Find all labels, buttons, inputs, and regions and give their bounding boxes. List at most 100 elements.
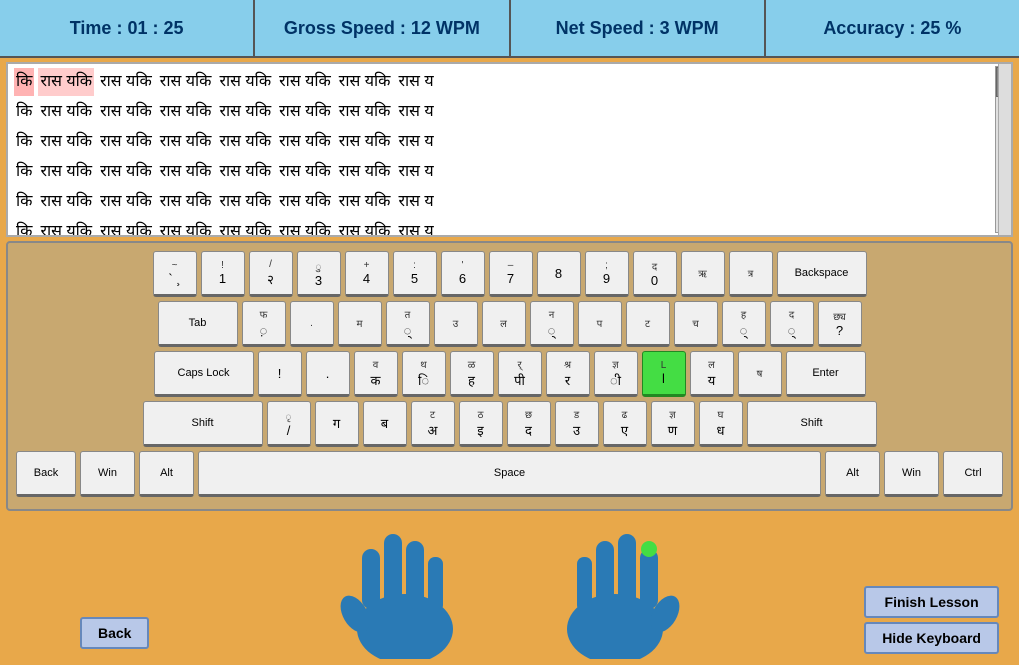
key-z[interactable]: ृ/: [267, 401, 311, 447]
key-alt-left[interactable]: Alt: [139, 451, 194, 497]
typing-text-area: किरास यकिरास यकिरास यकिरास यकिरास यकिरास…: [6, 62, 1013, 237]
text-chunk-4-4: रास यकि: [217, 188, 273, 216]
key-e[interactable]: म: [338, 301, 382, 347]
keyboard: ~` ¸ !1 /२ ु3 +4 :5 '6 –7 8 ;9 द0 ऋ त्र …: [6, 241, 1013, 511]
net-speed-stat: Net Speed : 3 WPM: [511, 0, 766, 56]
key-8[interactable]: 8: [537, 251, 581, 297]
back-button-container: Back: [80, 617, 149, 649]
key-tab[interactable]: Tab: [158, 301, 238, 347]
text-chunk-1-1: रास यकि: [38, 98, 94, 126]
key-0[interactable]: द0: [633, 251, 677, 297]
text-chunk-4-3: रास यकि: [158, 188, 214, 216]
text-chunk-2-5: रास यकि: [277, 128, 333, 156]
key-j[interactable]: श्रर: [546, 351, 590, 397]
key-s[interactable]: .: [306, 351, 350, 397]
key-shift-right[interactable]: Shift: [747, 401, 877, 447]
text-lines: किरास यकिरास यकिरास यकिरास यकिरास यकिरास…: [14, 68, 1005, 237]
key-i[interactable]: प: [578, 301, 622, 347]
keyboard-row-5: Back Win Alt Space Alt Win Ctrl: [16, 451, 1003, 497]
key-n[interactable]: छद: [507, 401, 551, 447]
key-caps-lock[interactable]: Caps Lock: [154, 351, 254, 397]
key-6[interactable]: '6: [441, 251, 485, 297]
key-4[interactable]: +4: [345, 251, 389, 297]
key-a[interactable]: !: [258, 351, 302, 397]
key-5[interactable]: :5: [393, 251, 437, 297]
header: Time : 01 : 25 Gross Speed : 12 WPM Net …: [0, 0, 1019, 58]
text-chunk-4-0: कि: [14, 188, 34, 216]
key-ctrl-left[interactable]: Back: [16, 451, 76, 497]
key-b[interactable]: ठइ: [459, 401, 503, 447]
time-value: 01 : 25: [127, 18, 183, 39]
key-7[interactable]: –7: [489, 251, 533, 297]
text-chunk-5-0: कि: [14, 218, 34, 237]
text-chunk-1-0: कि: [14, 98, 34, 126]
text-chunk-3-7: रास य: [396, 158, 435, 186]
key-k[interactable]: ज्ञी: [594, 351, 638, 397]
scrollbar-thumb[interactable]: [996, 67, 1008, 97]
key-backtick[interactable]: ~` ¸: [153, 251, 197, 297]
key-slash[interactable]: घध: [699, 401, 743, 447]
text-chunk-0-3: रास यकि: [158, 68, 214, 96]
key-q[interactable]: फ़: [242, 301, 286, 347]
key-w[interactable]: .: [290, 301, 334, 347]
key-h[interactable]: र्पी: [498, 351, 542, 397]
key-v[interactable]: टअ: [411, 401, 455, 447]
key-alt-right[interactable]: Alt: [825, 451, 880, 497]
text-chunk-3-5: रास यकि: [277, 158, 333, 186]
key-minus[interactable]: ऋ: [681, 251, 725, 297]
scrollbar[interactable]: [995, 66, 1009, 233]
key-c[interactable]: ब: [363, 401, 407, 447]
gross-unit: WPM: [436, 18, 480, 39]
keyboard-row-1: ~` ¸ !1 /२ ु3 +4 :5 '6 –7 8 ;9 द0 ऋ त्र …: [16, 251, 1003, 297]
key-2[interactable]: /२: [249, 251, 293, 297]
key-9[interactable]: ;9: [585, 251, 629, 297]
key-o[interactable]: ट: [626, 301, 670, 347]
text-chunk-2-4: रास यकि: [217, 128, 273, 156]
key-u[interactable]: न्: [530, 301, 574, 347]
key-f[interactable]: थि: [402, 351, 446, 397]
key-enter[interactable]: Enter: [786, 351, 866, 397]
text-chunk-2-3: रास यकि: [158, 128, 214, 156]
text-chunk-0-2: रास यकि: [98, 68, 154, 96]
key-shift-left[interactable]: Shift: [143, 401, 263, 447]
key-bracket-right[interactable]: द्: [770, 301, 814, 347]
back-button[interactable]: Back: [80, 617, 149, 649]
key-r[interactable]: त्: [386, 301, 430, 347]
text-chunk-5-2: रास यकि: [98, 218, 154, 237]
text-chunk-3-6: रास यकि: [337, 158, 393, 186]
keyboard-row-3: Caps Lock ! . वक थि ळह र्पी श्रर ज्ञी Ll…: [16, 351, 1003, 397]
keyboard-row-4: Shift ृ/ ग ब टअ ठइ छद डउ ढए ज्ञण घध Shif…: [16, 401, 1003, 447]
key-3[interactable]: ु3: [297, 251, 341, 297]
key-win-left[interactable]: Win: [80, 451, 135, 497]
key-g[interactable]: ळह: [450, 351, 494, 397]
text-chunk-2-7: रास य: [396, 128, 435, 156]
text-chunk-1-4: रास यकि: [217, 98, 273, 126]
accuracy-unit: %: [945, 18, 961, 39]
key-equals[interactable]: त्र: [729, 251, 773, 297]
key-l[interactable]: Ll: [642, 351, 686, 397]
key-y[interactable]: ल: [482, 301, 526, 347]
key-quote[interactable]: ष: [738, 351, 782, 397]
key-backspace[interactable]: Backspace: [777, 251, 867, 297]
key-space[interactable]: Space: [198, 451, 821, 497]
key-t[interactable]: उ: [434, 301, 478, 347]
key-x[interactable]: ग: [315, 401, 359, 447]
key-m[interactable]: डउ: [555, 401, 599, 447]
key-win-right[interactable]: Win: [884, 451, 939, 497]
text-chunk-3-0: कि: [14, 158, 34, 186]
accuracy-label: Accuracy : 25: [823, 18, 940, 39]
key-1[interactable]: !1: [201, 251, 245, 297]
key-p[interactable]: च: [674, 301, 718, 347]
key-period[interactable]: ज्ञण: [651, 401, 695, 447]
time-stat: Time : 01 : 25: [0, 0, 255, 56]
key-d[interactable]: वक: [354, 351, 398, 397]
key-ctrl-right[interactable]: Ctrl: [943, 451, 1003, 497]
hide-keyboard-button[interactable]: Hide Keyboard: [864, 622, 999, 654]
finish-lesson-button[interactable]: Finish Lesson: [864, 586, 999, 618]
text-chunk-4-6: रास यकि: [337, 188, 393, 216]
key-semicolon[interactable]: लय: [690, 351, 734, 397]
key-bracket-left[interactable]: ह्: [722, 301, 766, 347]
key-backslash[interactable]: छ्य?: [818, 301, 862, 347]
text-chunk-3-2: रास यकि: [98, 158, 154, 186]
key-comma[interactable]: ढए: [603, 401, 647, 447]
